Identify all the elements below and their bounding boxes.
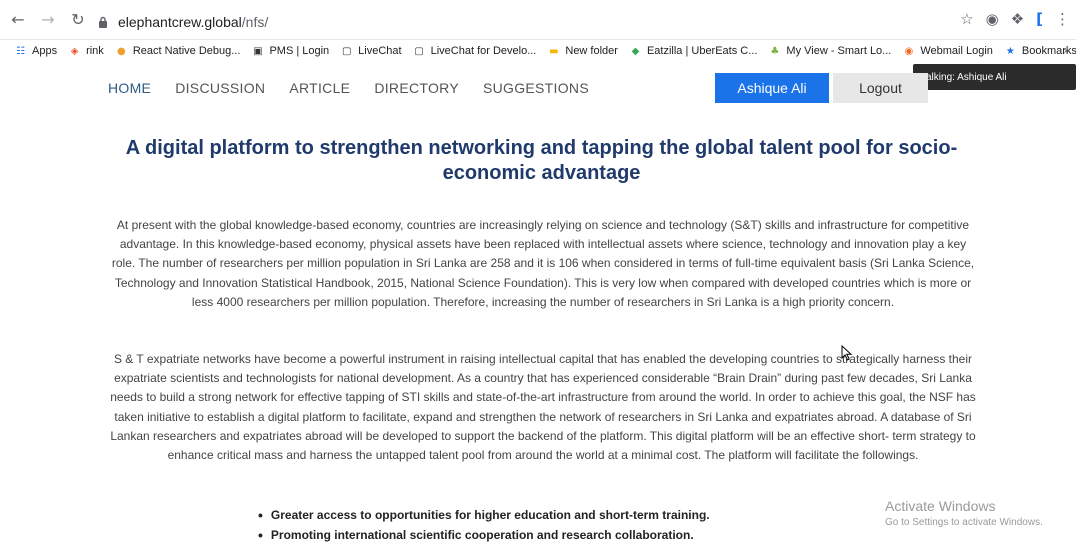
nav-discussion[interactable]: DISCUSSION — [175, 80, 265, 96]
bookmark-item[interactable]: ♣ My View - Smart Lo... — [768, 45, 891, 58]
bookmark-item[interactable]: ▢ LiveChat — [340, 45, 402, 58]
bookmark-item[interactable]: ● React Native Debug... — [115, 45, 241, 58]
bookmark-label: rink — [86, 45, 104, 57]
menu-kebab-icon[interactable]: ⋮ — [1055, 10, 1070, 28]
bookmark-label: React Native Debug... — [132, 45, 241, 57]
bookmark-item[interactable]: ☷ Apps — [14, 45, 57, 58]
activate-windows-watermark: Activate Windows Go to Settings to activ… — [885, 498, 1043, 528]
extensions-puzzle-icon[interactable]: ❖ — [1011, 10, 1024, 28]
bookmark-item[interactable]: ◉ Webmail Login — [902, 45, 993, 58]
watermark-subtitle: Go to Settings to activate Windows. — [885, 517, 1043, 528]
livechat-icon: ▢ — [341, 45, 352, 57]
url-host: elephantcrew.global — [118, 14, 242, 30]
eatzilla-icon: ◆ — [631, 45, 640, 57]
nav-directory[interactable]: DIRECTORY — [374, 80, 459, 96]
bookmark-item[interactable]: ◆ Eatzilla | UberEats C... — [629, 45, 758, 58]
star-icon: ★ — [1005, 45, 1015, 57]
logout-button[interactable]: Logout — [833, 73, 928, 103]
url-text[interactable]: elephantcrew.global/nfs/ — [118, 14, 268, 30]
bookmark-item[interactable]: ▢ LiveChat for Develo... — [413, 45, 537, 58]
bookmark-label: Eatzilla | UberEats C... — [646, 45, 758, 57]
apps-grid-icon: ☷ — [16, 45, 25, 57]
bookmark-item[interactable]: ◈ rink — [68, 45, 104, 58]
livechat-dev-icon: ▢ — [414, 45, 424, 57]
toolbar-right: ☆ ◉ ❖ [ ⋮ — [960, 10, 1070, 28]
bookmark-label: PMS | Login — [269, 45, 330, 57]
bookmark-item[interactable]: ▣ PMS | Login — [251, 45, 329, 58]
bookmark-item[interactable]: ▬ New folder — [547, 45, 618, 58]
folder-icon: ▬ — [549, 45, 559, 57]
bookmark-label: LiveChat for Develo... — [430, 45, 537, 57]
nav-home[interactable]: HOME — [108, 80, 151, 96]
forward-arrow-icon[interactable]: → — [36, 8, 60, 32]
bookmark-label: My View - Smart Lo... — [786, 45, 892, 57]
browser-toolbar: ← → ↻ elephantcrew.global/nfs/ ☆ ◉ ❖ [ ⋮ — [0, 0, 1076, 40]
url-path: /nfs/ — [241, 14, 269, 30]
list-item: Promoting international scientific coope… — [258, 525, 710, 545]
user-profile-button[interactable]: Ashique Ali — [715, 73, 829, 103]
magento-icon: ◈ — [70, 45, 79, 57]
nav-article[interactable]: ARTICLE — [289, 80, 350, 96]
camera-icon[interactable]: ◉ — [986, 10, 999, 28]
nav-suggestions[interactable]: SUGGESTIONS — [483, 80, 589, 96]
bookmarks-bar: ☷ Apps ◈ rink ● React Native Debug... ▣ PMS | L… — [0, 40, 1076, 62]
back-arrow-icon[interactable]: ← — [6, 8, 30, 32]
expatriate-paragraph: S & T expatriate networks have become a … — [110, 352, 976, 463]
bookmark-label: Apps — [32, 45, 58, 57]
list-item: Greater access to opportunities for high… — [258, 505, 710, 525]
facilitation-list: Greater access to opportunities for high… — [258, 505, 710, 545]
bookmark-star-icon[interactable]: ☆ — [960, 10, 973, 28]
cpanel-icon: ◉ — [904, 45, 914, 57]
address-bar[interactable]: elephantcrew.global/nfs/ — [88, 9, 988, 35]
extension-bracket-icon[interactable]: [ — [1036, 10, 1043, 28]
bookmark-label: Webmail Login — [920, 45, 993, 57]
mouse-cursor-icon — [841, 345, 853, 361]
react-debug-icon: ● — [116, 45, 126, 57]
pms-icon: ▣ — [253, 45, 263, 57]
intro-paragraph: At present with the global knowledge-bas… — [111, 218, 975, 309]
reload-icon[interactable]: ↻ — [66, 8, 90, 32]
bookmarks-overflow-icon[interactable]: » — [1063, 44, 1070, 57]
smart-icon: ♣ — [770, 45, 780, 57]
watermark-title: Activate Windows — [885, 498, 996, 514]
site-nav: HOME DISCUSSION ARTICLE DIRECTORY SUGGES… — [108, 80, 589, 96]
lock-icon[interactable] — [96, 15, 110, 29]
bookmark-label: New folder — [565, 45, 618, 57]
bookmark-label: LiveChat — [358, 45, 402, 57]
talking-tooltip: Talking: Ashique Ali — [913, 64, 1076, 90]
page-title: A digital platform to strengthen network… — [125, 137, 958, 184]
